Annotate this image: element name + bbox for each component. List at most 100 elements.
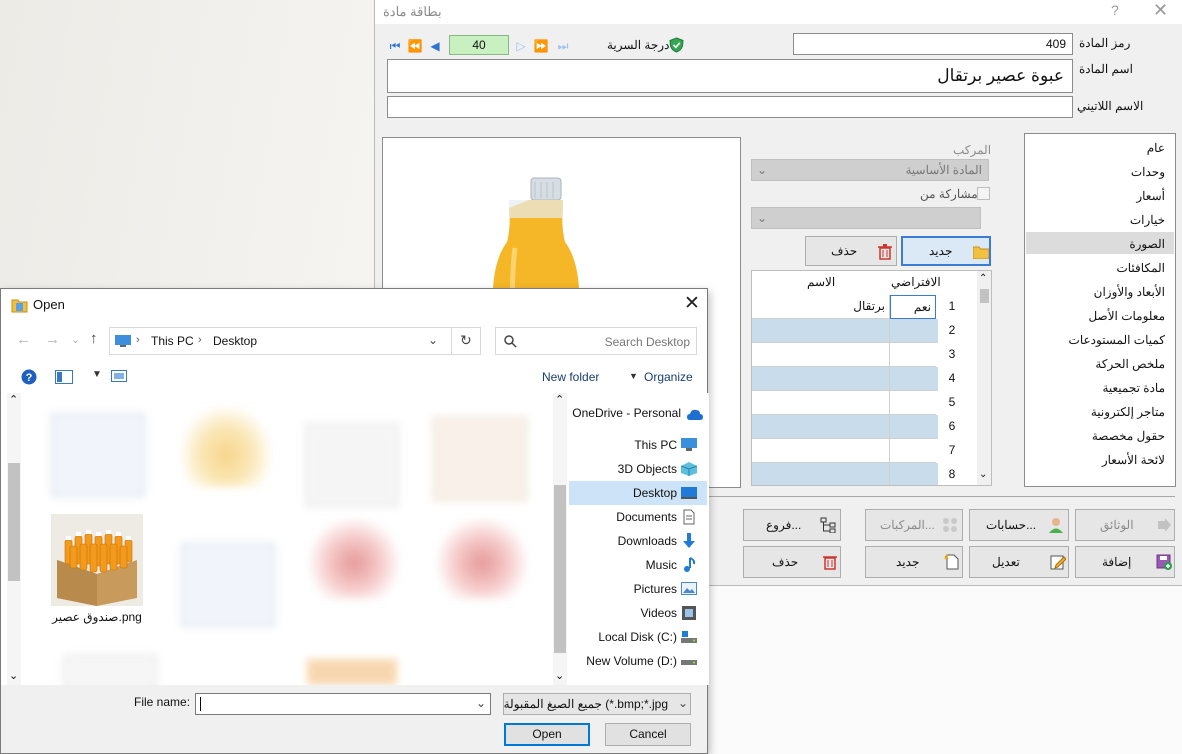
nav-item-this-pc[interactable]: This PC bbox=[634, 438, 677, 452]
section-item-picture[interactable]: الصورة bbox=[1129, 237, 1165, 251]
nav-item-pictures[interactable]: Pictures bbox=[634, 582, 677, 596]
section-item[interactable]: مادة تجميعية bbox=[1102, 381, 1165, 395]
share-from-select[interactable]: ⌄ bbox=[751, 207, 981, 229]
juice-box-thumbnail[interactable] bbox=[51, 514, 143, 606]
search-box[interactable] bbox=[495, 327, 697, 355]
section-item[interactable]: كميات المستودعات bbox=[1069, 333, 1165, 347]
table-row[interactable] bbox=[752, 415, 938, 439]
section-item[interactable]: حقول مخصصة bbox=[1092, 429, 1165, 443]
composites-button[interactable]: المركبات... bbox=[865, 509, 963, 541]
file-type-filter[interactable]: جميع الصيغ المقبولة (*.bmp;*.jpg ⌄ bbox=[503, 693, 691, 715]
nav-item-downloads[interactable]: Downloads bbox=[618, 534, 677, 548]
scroll-up-icon[interactable]: ⌃ bbox=[979, 273, 987, 284]
files-left-scrollbar[interactable]: ⌃ ⌄ bbox=[7, 393, 21, 685]
item-code-field[interactable]: 409 bbox=[793, 33, 1073, 55]
help-icon[interactable]: ? bbox=[21, 369, 37, 385]
fast-forward-icon[interactable]: ⏩ bbox=[533, 38, 549, 54]
change-view-icon[interactable] bbox=[111, 370, 127, 384]
scroll-up-icon[interactable]: ⌃ bbox=[555, 393, 564, 406]
back-icon[interactable]: ← bbox=[16, 331, 31, 348]
address-bar[interactable]: › This PC › Desktop ⌄ ↻ bbox=[109, 327, 481, 355]
branches-button[interactable]: فروع... bbox=[743, 509, 841, 541]
item-name-field[interactable]: عبوة عصير برتقال bbox=[387, 59, 1073, 93]
edit-button[interactable]: تعديل bbox=[969, 546, 1069, 578]
section-item[interactable]: المكافئات bbox=[1116, 261, 1165, 275]
help-button[interactable]: ? bbox=[1111, 2, 1119, 18]
files-scrollbar[interactable]: ⌃ ⌄ bbox=[553, 393, 567, 685]
delete-picture-button[interactable]: حذف bbox=[805, 236, 897, 266]
table-row[interactable]: برتقال نعم bbox=[752, 295, 938, 319]
scroll-down-icon[interactable]: ⌄ bbox=[555, 669, 564, 682]
next-record-icon[interactable]: ▷ bbox=[513, 38, 529, 54]
section-item[interactable]: متاجر إلكترونية bbox=[1091, 405, 1165, 419]
variants-grid[interactable]: الاسم الافتراضي برتقال نعم 1 2 3 4 5 6 7… bbox=[751, 270, 992, 486]
section-item[interactable]: ملخص الحركة bbox=[1095, 357, 1165, 371]
new-picture-button[interactable]: جديد bbox=[901, 236, 991, 266]
files-view[interactable]: صندوق عصير.png bbox=[23, 393, 557, 685]
nav-item-music[interactable]: Music bbox=[646, 558, 677, 572]
file-thumbnail[interactable] bbox=[181, 407, 271, 487]
record-number[interactable]: 40 bbox=[449, 35, 509, 55]
nav-item-3d-objects[interactable]: 3D Objects bbox=[618, 462, 677, 476]
breadcrumb-this-pc[interactable]: This PC bbox=[151, 334, 194, 348]
file-name-input[interactable]: ⌄ bbox=[195, 693, 491, 715]
dialog-close-button[interactable]: ✕ bbox=[684, 292, 700, 315]
search-input[interactable] bbox=[522, 331, 692, 353]
chevron-down-icon[interactable]: ⌄ bbox=[476, 696, 486, 710]
previous-record-icon[interactable]: ◀ bbox=[427, 38, 443, 54]
table-row[interactable] bbox=[752, 319, 938, 343]
delete-button[interactable]: حذف bbox=[743, 546, 841, 578]
file-thumbnail[interactable] bbox=[63, 655, 157, 685]
up-folder-icon[interactable]: ↑ bbox=[90, 330, 98, 347]
table-row[interactable] bbox=[752, 367, 938, 391]
accounts-button[interactable]: حسابات... bbox=[969, 509, 1069, 541]
section-item[interactable]: الأبعاد والأوزان bbox=[1094, 285, 1165, 299]
file-thumbnail[interactable] bbox=[305, 423, 399, 507]
file-thumbnail[interactable] bbox=[51, 413, 145, 497]
forward-icon[interactable]: → bbox=[45, 331, 60, 348]
documents-button[interactable]: الوثائق bbox=[1075, 509, 1175, 541]
section-item[interactable]: أسعار bbox=[1136, 189, 1165, 203]
scroll-thumb[interactable] bbox=[8, 463, 20, 581]
nav-item-local-disk-c[interactable]: Local Disk (C:) bbox=[598, 630, 677, 644]
breadcrumb-desktop[interactable]: Desktop bbox=[213, 334, 257, 348]
table-row[interactable] bbox=[752, 463, 938, 485]
refresh-icon[interactable]: ↻ bbox=[460, 332, 472, 349]
section-item[interactable]: خيارات bbox=[1130, 213, 1165, 227]
table-row[interactable] bbox=[752, 391, 938, 415]
composite-select[interactable]: المادة الأساسية ⌄ bbox=[751, 159, 989, 181]
nav-item-documents[interactable]: Documents bbox=[616, 510, 677, 524]
cancel-button[interactable]: Cancel bbox=[605, 723, 691, 746]
nav-item-desktop[interactable]: Desktop bbox=[633, 486, 677, 500]
fast-back-icon[interactable]: ⏪ bbox=[407, 38, 423, 54]
latin-name-field[interactable] bbox=[387, 96, 1073, 118]
file-thumbnail[interactable] bbox=[181, 543, 275, 627]
file-name-label[interactable]: صندوق عصير.png bbox=[49, 610, 145, 624]
address-dropdown-icon[interactable]: ⌄ bbox=[428, 333, 438, 347]
file-thumbnail[interactable] bbox=[307, 659, 397, 685]
section-item[interactable]: وحدات bbox=[1131, 165, 1165, 179]
navigation-pane[interactable]: OneDrive - Personal This PC 3D Objects D… bbox=[569, 393, 709, 685]
section-item[interactable]: معلومات الأصل bbox=[1088, 309, 1165, 323]
scroll-thumb[interactable] bbox=[554, 485, 566, 653]
last-record-icon[interactable]: ⏭ bbox=[555, 38, 571, 54]
scroll-down-icon[interactable]: ⌄ bbox=[979, 469, 987, 480]
scroll-thumb[interactable] bbox=[980, 289, 989, 303]
table-row[interactable] bbox=[752, 343, 938, 367]
new-button[interactable]: جديد bbox=[865, 546, 963, 578]
section-item[interactable]: لائحة الأسعار bbox=[1102, 453, 1165, 467]
recent-locations-icon[interactable]: ⌄ bbox=[71, 333, 80, 346]
preview-pane-icon[interactable] bbox=[55, 370, 73, 384]
nav-item-onedrive[interactable]: OneDrive - Personal bbox=[572, 406, 681, 420]
new-folder-button[interactable]: New folder bbox=[542, 370, 599, 384]
nav-item-new-volume-d[interactable]: New Volume (D:) bbox=[586, 654, 677, 668]
scroll-up-icon[interactable]: ⌃ bbox=[9, 393, 18, 406]
close-button[interactable]: ✕ bbox=[1153, 0, 1168, 21]
view-dropdown-icon[interactable]: ▼ bbox=[92, 369, 102, 380]
nav-item-videos[interactable]: Videos bbox=[641, 606, 677, 620]
section-item[interactable]: عام bbox=[1147, 141, 1165, 155]
sections-list[interactable]: عام وحدات أسعار خيارات الصورة المكافئات … bbox=[1024, 133, 1176, 487]
file-thumbnail[interactable] bbox=[437, 519, 527, 599]
first-record-icon[interactable]: ⏮ bbox=[387, 38, 403, 54]
file-thumbnail[interactable] bbox=[433, 417, 527, 501]
